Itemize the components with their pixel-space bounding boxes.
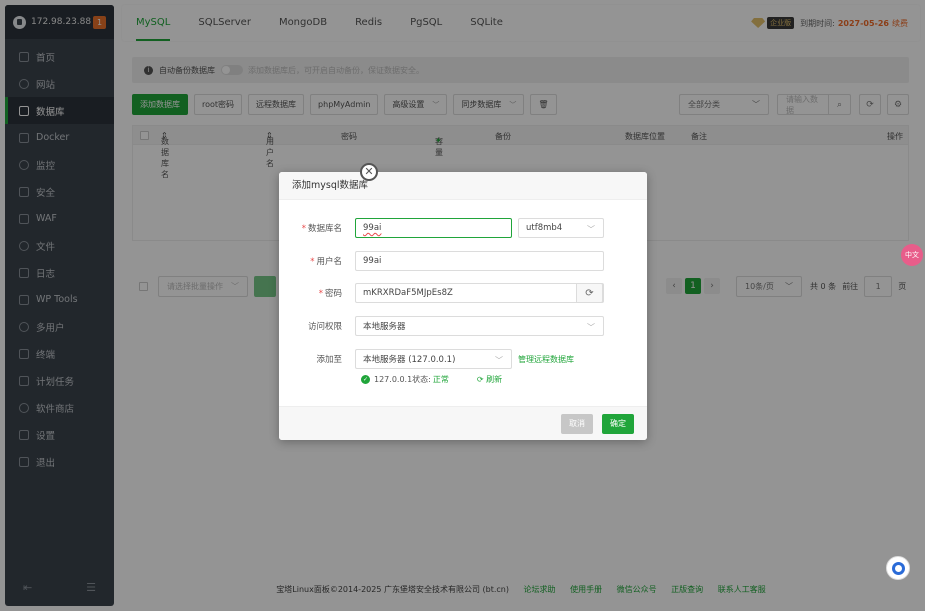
access-value: 本地服务器 — [363, 322, 406, 332]
access-row: 访问权限 本地服务器 ﹀ — [279, 316, 647, 336]
add-database-dialog: 添加mysql数据库 * 数据库名 99ai utf8mb4 ﹀ * 用户名 99ai… — [279, 172, 647, 440]
translate-float-button[interactable]: 中文 — [901, 244, 923, 266]
target-row: 添加至 本地服务器 (127.0.0.1) ﹀ 管理远程数据库 — [279, 349, 647, 369]
dialog-title: 添加mysql数据库 — [279, 172, 647, 200]
db-name-input[interactable]: 99ai — [355, 218, 512, 238]
chat-icon — [891, 561, 905, 575]
server-status: ✓ 127.0.0.1状态: 正常 ⟳ 刷新 — [361, 374, 502, 385]
chevron-down-icon: ﹀ — [495, 356, 503, 365]
charset-value: utf8mb4 — [526, 223, 563, 233]
password-row: * 密码 mKRXRDaF5MJpEs8Z ⟳ — [279, 283, 647, 303]
check-circle-icon: ✓ — [361, 375, 370, 384]
password-value: mKRXRDaF5MJpEs8Z — [363, 288, 453, 298]
charset-select[interactable]: utf8mb4 ﹀ — [518, 218, 604, 238]
status-label: 127.0.0.1状态: — [374, 375, 431, 384]
username-input[interactable]: 99ai — [355, 251, 604, 271]
target-label: 添加至 — [316, 355, 342, 365]
db-name-value: 99ai — [363, 223, 382, 233]
status-refresh-link[interactable]: ⟳ 刷新 — [477, 374, 502, 385]
manage-remote-db-link[interactable]: 管理远程数据库 — [518, 354, 574, 365]
chevron-down-icon: ﹀ — [587, 323, 595, 332]
username-row: * 用户名 99ai — [279, 251, 647, 271]
chat-float-button[interactable] — [886, 556, 910, 580]
target-server-value: 本地服务器 (127.0.0.1) — [363, 355, 456, 365]
chevron-down-icon: ﹀ — [587, 225, 595, 234]
password-label-text: 密码 — [324, 289, 342, 299]
access-label: 访问权限 — [307, 322, 342, 332]
password-input[interactable]: mKRXRDaF5MJpEs8Z ⟳ — [355, 283, 604, 303]
target-server-select[interactable]: 本地服务器 (127.0.0.1) ﹀ — [355, 349, 512, 369]
access-select[interactable]: 本地服务器 ﹀ — [355, 316, 604, 336]
username-value: 99ai — [363, 256, 382, 266]
cancel-button[interactable]: 取消 — [561, 414, 593, 434]
password-label: * 密码 — [318, 289, 342, 299]
status-value: 正常 — [432, 375, 449, 384]
username-label-text: 用户名 — [316, 257, 342, 267]
db-name-label-text: 数据库名 — [307, 224, 342, 234]
db-name-row: * 数据库名 99ai utf8mb4 ﹀ — [279, 218, 647, 238]
dialog-footer: 取消 确定 — [279, 406, 647, 440]
dialog-close-button[interactable]: ✕ — [360, 163, 378, 181]
status-refresh-label: 刷新 — [486, 375, 503, 384]
regenerate-password-icon[interactable]: ⟳ — [576, 283, 603, 303]
confirm-button[interactable]: 确定 — [602, 414, 634, 434]
username-label: * 用户名 — [310, 257, 342, 267]
db-name-label: * 数据库名 — [301, 224, 342, 234]
